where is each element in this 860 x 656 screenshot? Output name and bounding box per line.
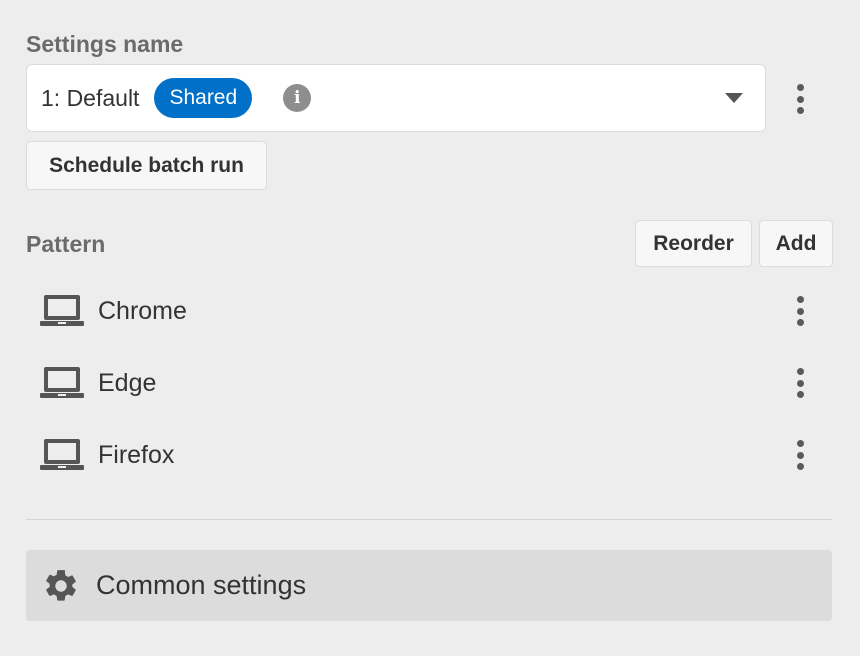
add-pattern-button[interactable]: Add — [759, 220, 833, 267]
reorder-button[interactable]: Reorder — [635, 220, 752, 267]
laptop-icon — [40, 367, 84, 399]
pattern-item-firefox[interactable]: Firefox — [26, 427, 832, 483]
info-icon[interactable]: i — [283, 84, 312, 112]
laptop-icon — [40, 439, 84, 471]
pattern-item-more-icon[interactable] — [788, 294, 812, 328]
pattern-item-more-icon[interactable] — [788, 438, 812, 472]
pattern-label: Pattern — [26, 231, 106, 257]
pattern-item-more-icon[interactable] — [788, 366, 812, 400]
settings-select[interactable]: 1: Default Shared i — [26, 64, 766, 132]
schedule-batch-run-button[interactable]: Schedule batch run — [26, 141, 267, 190]
common-settings-label: Common settings — [96, 570, 307, 600]
settings-more-icon[interactable] — [788, 82, 812, 116]
settings-select-value: 1: Default — [41, 84, 140, 111]
pattern-item-label: Firefox — [98, 440, 175, 469]
common-settings-button[interactable]: Common settings — [26, 550, 832, 621]
shared-badge: Shared — [154, 78, 253, 118]
settings-name-label: Settings name — [26, 31, 184, 57]
section-divider — [26, 519, 832, 520]
pattern-item-edge[interactable]: Edge — [26, 355, 832, 411]
laptop-icon — [40, 295, 84, 327]
pattern-item-label: Chrome — [98, 296, 187, 325]
caret-down-icon — [725, 93, 743, 103]
gear-icon — [46, 569, 76, 601]
pattern-item-chrome[interactable]: Chrome — [26, 283, 832, 339]
pattern-item-label: Edge — [98, 368, 157, 397]
